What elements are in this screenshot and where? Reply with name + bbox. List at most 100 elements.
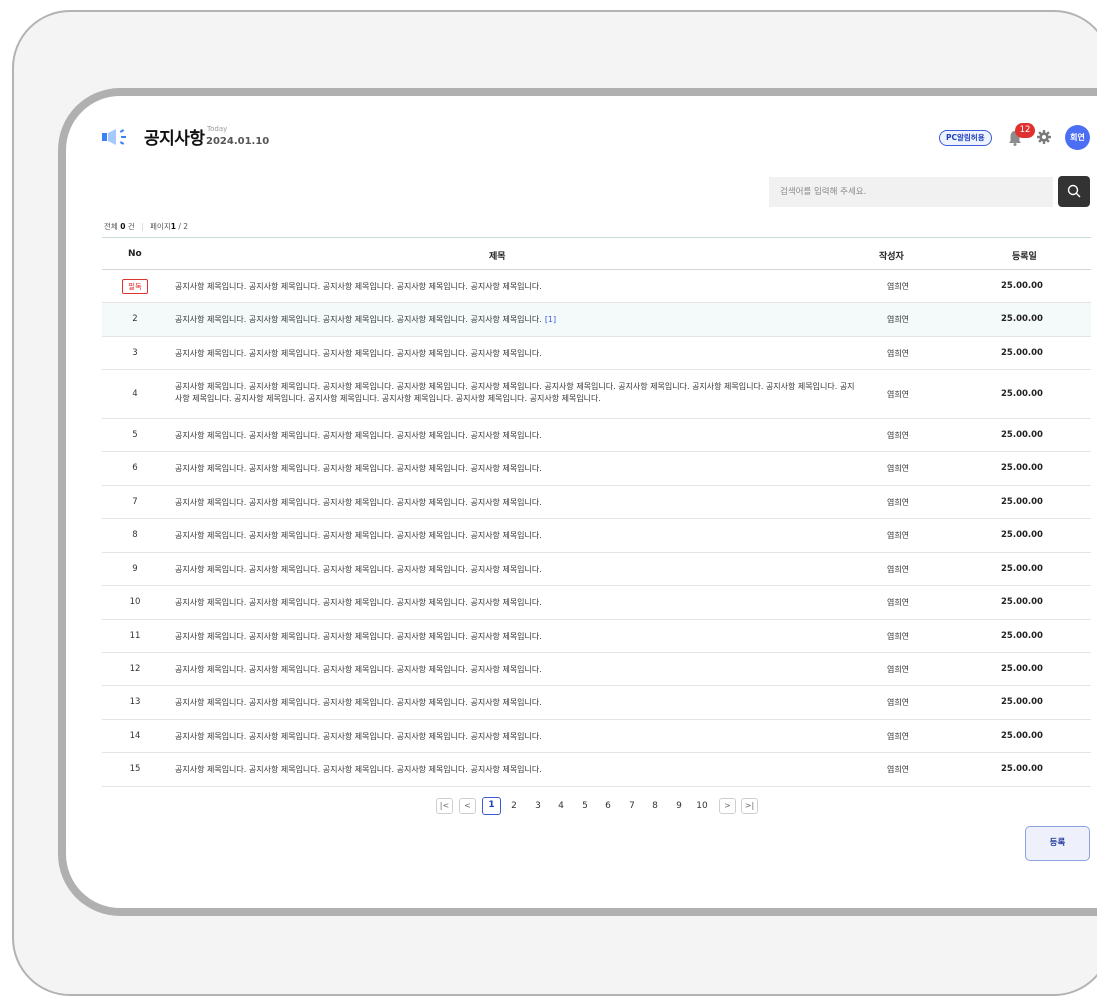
notice-title-cell[interactable]: 공지사항 제목입니다. 공지사항 제목입니다. 공지사항 제목입니다. 공지사항… [175, 430, 855, 442]
table-row[interactable]: 4 공지사항 제목입니다. 공지사항 제목입니다. 공지사항 제목입니다. 공지사… [102, 370, 1091, 419]
notice-title-cell[interactable]: 공지사항 제목입니다. 공지사항 제목입니다. 공지사항 제목입니다. 공지사항… [175, 281, 855, 293]
post-date: 25.00.00 [1001, 730, 1043, 741]
notice-title[interactable]: 공지사항 제목입니다. 공지사항 제목입니다. 공지사항 제목입니다. 공지사항… [175, 632, 542, 641]
row-number: 13 [129, 697, 141, 707]
table-top-border [102, 237, 1091, 238]
table-row[interactable]: 15 공지사항 제목입니다. 공지사항 제목입니다. 공지사항 제목입니다. 공지… [102, 753, 1091, 787]
page-button[interactable]: 10 [692, 798, 712, 814]
post-date: 25.00.00 [1001, 347, 1043, 358]
notice-title[interactable]: 공지사항 제목입니다. 공지사항 제목입니다. 공지사항 제목입니다. 공지사항… [175, 598, 542, 607]
notice-title[interactable]: 공지사항 제목입니다. 공지사항 제목입니다. 공지사항 제목입니다. 공지사항… [175, 498, 542, 507]
page-button[interactable]: 6 [598, 798, 618, 814]
notice-title-cell[interactable]: 공지사항 제목입니다. 공지사항 제목입니다. 공지사항 제목입니다. 공지사항… [175, 764, 855, 776]
notice-title[interactable]: 공지사항 제목입니다. 공지사항 제목입니다. 공지사항 제목입니다. 공지사항… [175, 732, 542, 741]
table-row[interactable]: 14 공지사항 제목입니다. 공지사항 제목입니다. 공지사항 제목입니다. 공지… [102, 720, 1091, 753]
author-name: 염희연 [886, 564, 910, 574]
table-row[interactable]: 11 공지사항 제목입니다. 공지사항 제목입니다. 공지사항 제목입니다. 공지… [102, 620, 1091, 653]
notice-title[interactable]: 공지사항 제목입니다. 공지사항 제목입니다. 공지사항 제목입니다. 공지사항… [175, 698, 542, 707]
notice-title-cell[interactable]: 공지사항 제목입니다. 공지사항 제목입니다. 공지사항 제목입니다. 공지사항… [175, 530, 855, 542]
notice-title-cell[interactable]: 공지사항 제목입니다. 공지사항 제목입니다. 공지사항 제목입니다. 공지사항… [175, 564, 855, 576]
notice-title[interactable]: 공지사항 제목입니다. 공지사항 제목입니다. 공지사항 제목입니다. 공지사항… [175, 431, 542, 440]
search-input[interactable] [769, 177, 1053, 207]
notification-badge[interactable]: 12 [1015, 123, 1035, 138]
row-number: 3 [132, 347, 138, 358]
notice-title[interactable]: 공지사항 제목입니다. 공지사항 제목입니다. 공지사항 제목입니다. 공지사항… [175, 665, 542, 674]
author-name: 염희연 [886, 531, 910, 540]
notice-title[interactable]: 공지사항 제목입니다. 공지사항 제목입니다. 공지사항 제목입니다. 공지사항… [175, 531, 542, 540]
megaphone-icon [102, 129, 126, 145]
notice-title-cell[interactable]: 공지사항 제목입니다. 공지사항 제목입니다. 공지사항 제목입니다. 공지사항… [175, 463, 855, 475]
author-name: 염희연 [886, 464, 910, 473]
screen-frame: 공지사항 Today 2024.01.10 PC알림허용 12 회연 검색어를 … [58, 88, 1097, 916]
notice-title-cell[interactable]: 공지사항 제목입니다. 공지사항 제목입니다. 공지사항 제목입니다. 공지사항… [175, 314, 855, 326]
table-row[interactable]: 8 공지사항 제목입니다. 공지사항 제목입니다. 공지사항 제목입니다. 공지사… [102, 519, 1091, 553]
user-avatar[interactable]: 회연 [1065, 125, 1090, 150]
table-row[interactable]: 2 공지사항 제목입니다. 공지사항 제목입니다. 공지사항 제목입니다. 공지사… [102, 303, 1091, 337]
notice-title[interactable]: 공지사항 제목입니다. 공지사항 제목입니다. 공지사항 제목입니다. 공지사항… [175, 315, 542, 324]
page-button[interactable]: 5 [575, 798, 595, 814]
table-row[interactable]: 9 공지사항 제목입니다. 공지사항 제목입니다. 공지사항 제목입니다. 공지사… [102, 553, 1091, 586]
row-number: 9 [132, 563, 138, 574]
row-number: 7 [132, 496, 138, 507]
post-date: 25.00.00 [1001, 630, 1043, 641]
notice-title-cell[interactable]: 공지사항 제목입니다. 공지사항 제목입니다. 공지사항 제목입니다. 공지사항… [175, 497, 855, 509]
author-name: 염희연 [886, 698, 910, 707]
table-row[interactable]: 6 공지사항 제목입니다. 공지사항 제목입니다. 공지사항 제목입니다. 공지사… [102, 452, 1091, 486]
today-label: Today [207, 125, 228, 133]
table-row[interactable]: 필독 공지사항 제목입니다. 공지사항 제목입니다. 공지사항 제목입니다. 공지… [102, 270, 1091, 303]
notice-title-cell[interactable]: 공지사항 제목입니다. 공지사항 제목입니다. 공지사항 제목입니다. 공지사항… [175, 597, 855, 609]
post-date: 25.00.00 [1001, 764, 1043, 774]
post-date: 25.00.00 [1001, 697, 1043, 707]
notice-title-cell[interactable]: 공지사항 제목입니다. 공지사항 제목입니다. 공지사항 제목입니다. 공지사항… [175, 381, 855, 405]
register-button[interactable]: 등록 [1025, 826, 1090, 861]
notice-title[interactable]: 공지사항 제목입니다. 공지사항 제목입니다. 공지사항 제목입니다. 공지사항… [175, 464, 542, 473]
row-number: 14 [129, 730, 141, 741]
page-button[interactable]: 4 [551, 798, 571, 814]
table-row[interactable]: 7 공지사항 제목입니다. 공지사항 제목입니다. 공지사항 제목입니다. 공지사… [102, 486, 1091, 519]
row-number: 15 [129, 764, 141, 774]
table-row[interactable]: 12 공지사항 제목입니다. 공지사항 제목입니다. 공지사항 제목입니다. 공지… [102, 653, 1091, 686]
prev-page-button[interactable]: < [459, 798, 476, 814]
last-page-button[interactable]: >| [741, 798, 758, 814]
notice-title-cell[interactable]: 공지사항 제목입니다. 공지사항 제목입니다. 공지사항 제목입니다. 공지사항… [175, 697, 855, 709]
row-number: 10 [129, 597, 141, 607]
page-total: / 2 [178, 222, 189, 231]
notice-title[interactable]: 공지사항 제목입니다. 공지사항 제목입니다. 공지사항 제목입니다. 공지사항… [175, 282, 542, 291]
table-row[interactable]: 3 공지사항 제목입니다. 공지사항 제목입니다. 공지사항 제목입니다. 공지사… [102, 337, 1091, 370]
page-button[interactable]: 8 [645, 798, 665, 814]
total-label: 전체 [104, 222, 118, 231]
pc-alarm-toggle[interactable]: PC알림허용 [939, 130, 992, 146]
notice-title[interactable]: 공지사항 제목입니다. 공지사항 제목입니다. 공지사항 제목입니다. 공지사항… [175, 565, 542, 574]
row-number: 2 [132, 314, 138, 324]
first-page-button[interactable]: |< [436, 798, 453, 814]
page-button[interactable]: 2 [504, 798, 524, 814]
notice-title-cell[interactable]: 공지사항 제목입니다. 공지사항 제목입니다. 공지사항 제목입니다. 공지사항… [175, 664, 855, 676]
author-name: 염희연 [886, 731, 910, 741]
notice-title-cell[interactable]: 공지사항 제목입니다. 공지사항 제목입니다. 공지사항 제목입니다. 공지사항… [175, 631, 855, 643]
table-row[interactable]: 10 공지사항 제목입니다. 공지사항 제목입니다. 공지사항 제목입니다. 공지… [102, 586, 1091, 620]
page-button[interactable]: 3 [528, 798, 548, 814]
row-number: 12 [129, 663, 141, 674]
page-button-current[interactable]: 1 [482, 797, 501, 815]
author-name: 염희연 [886, 348, 910, 358]
table-row[interactable]: 13 공지사항 제목입니다. 공지사항 제목입니다. 공지사항 제목입니다. 공지… [102, 686, 1091, 720]
page-button[interactable]: 9 [669, 798, 689, 814]
page-label: 페이지 [150, 222, 171, 231]
page-button[interactable]: 7 [622, 798, 642, 814]
next-page-button[interactable]: > [719, 798, 736, 814]
table-row[interactable]: 5 공지사항 제목입니다. 공지사항 제목입니다. 공지사항 제목입니다. 공지사… [102, 419, 1091, 452]
column-header-title: 제목 [489, 252, 506, 262]
today-date: 2024.01.10 [206, 136, 270, 147]
notice-title-cell[interactable]: 공지사항 제목입니다. 공지사항 제목입니다. 공지사항 제목입니다. 공지사항… [175, 348, 855, 360]
post-date: 25.00.00 [1001, 563, 1043, 574]
notice-title[interactable]: 공지사항 제목입니다. 공지사항 제목입니다. 공지사항 제목입니다. 공지사항… [175, 349, 542, 358]
list-summary: 전체 0 건 | 페이지1 / 2 [104, 221, 188, 232]
gear-icon[interactable] [1037, 130, 1051, 144]
search-button[interactable] [1058, 176, 1090, 207]
notice-title-cell[interactable]: 공지사항 제목입니다. 공지사항 제목입니다. 공지사항 제목입니다. 공지사항… [175, 731, 855, 743]
notice-title[interactable]: 공지사항 제목입니다. 공지사항 제목입니다. 공지사항 제목입니다. 공지사항… [175, 765, 542, 774]
author-name: 염희연 [886, 664, 910, 674]
pinned-badge: 필독 [122, 278, 148, 294]
notice-title[interactable]: 공지사항 제목입니다. 공지사항 제목입니다. 공지사항 제목입니다. 공지사항… [175, 382, 855, 403]
post-date: 25.00.00 [1001, 463, 1043, 473]
